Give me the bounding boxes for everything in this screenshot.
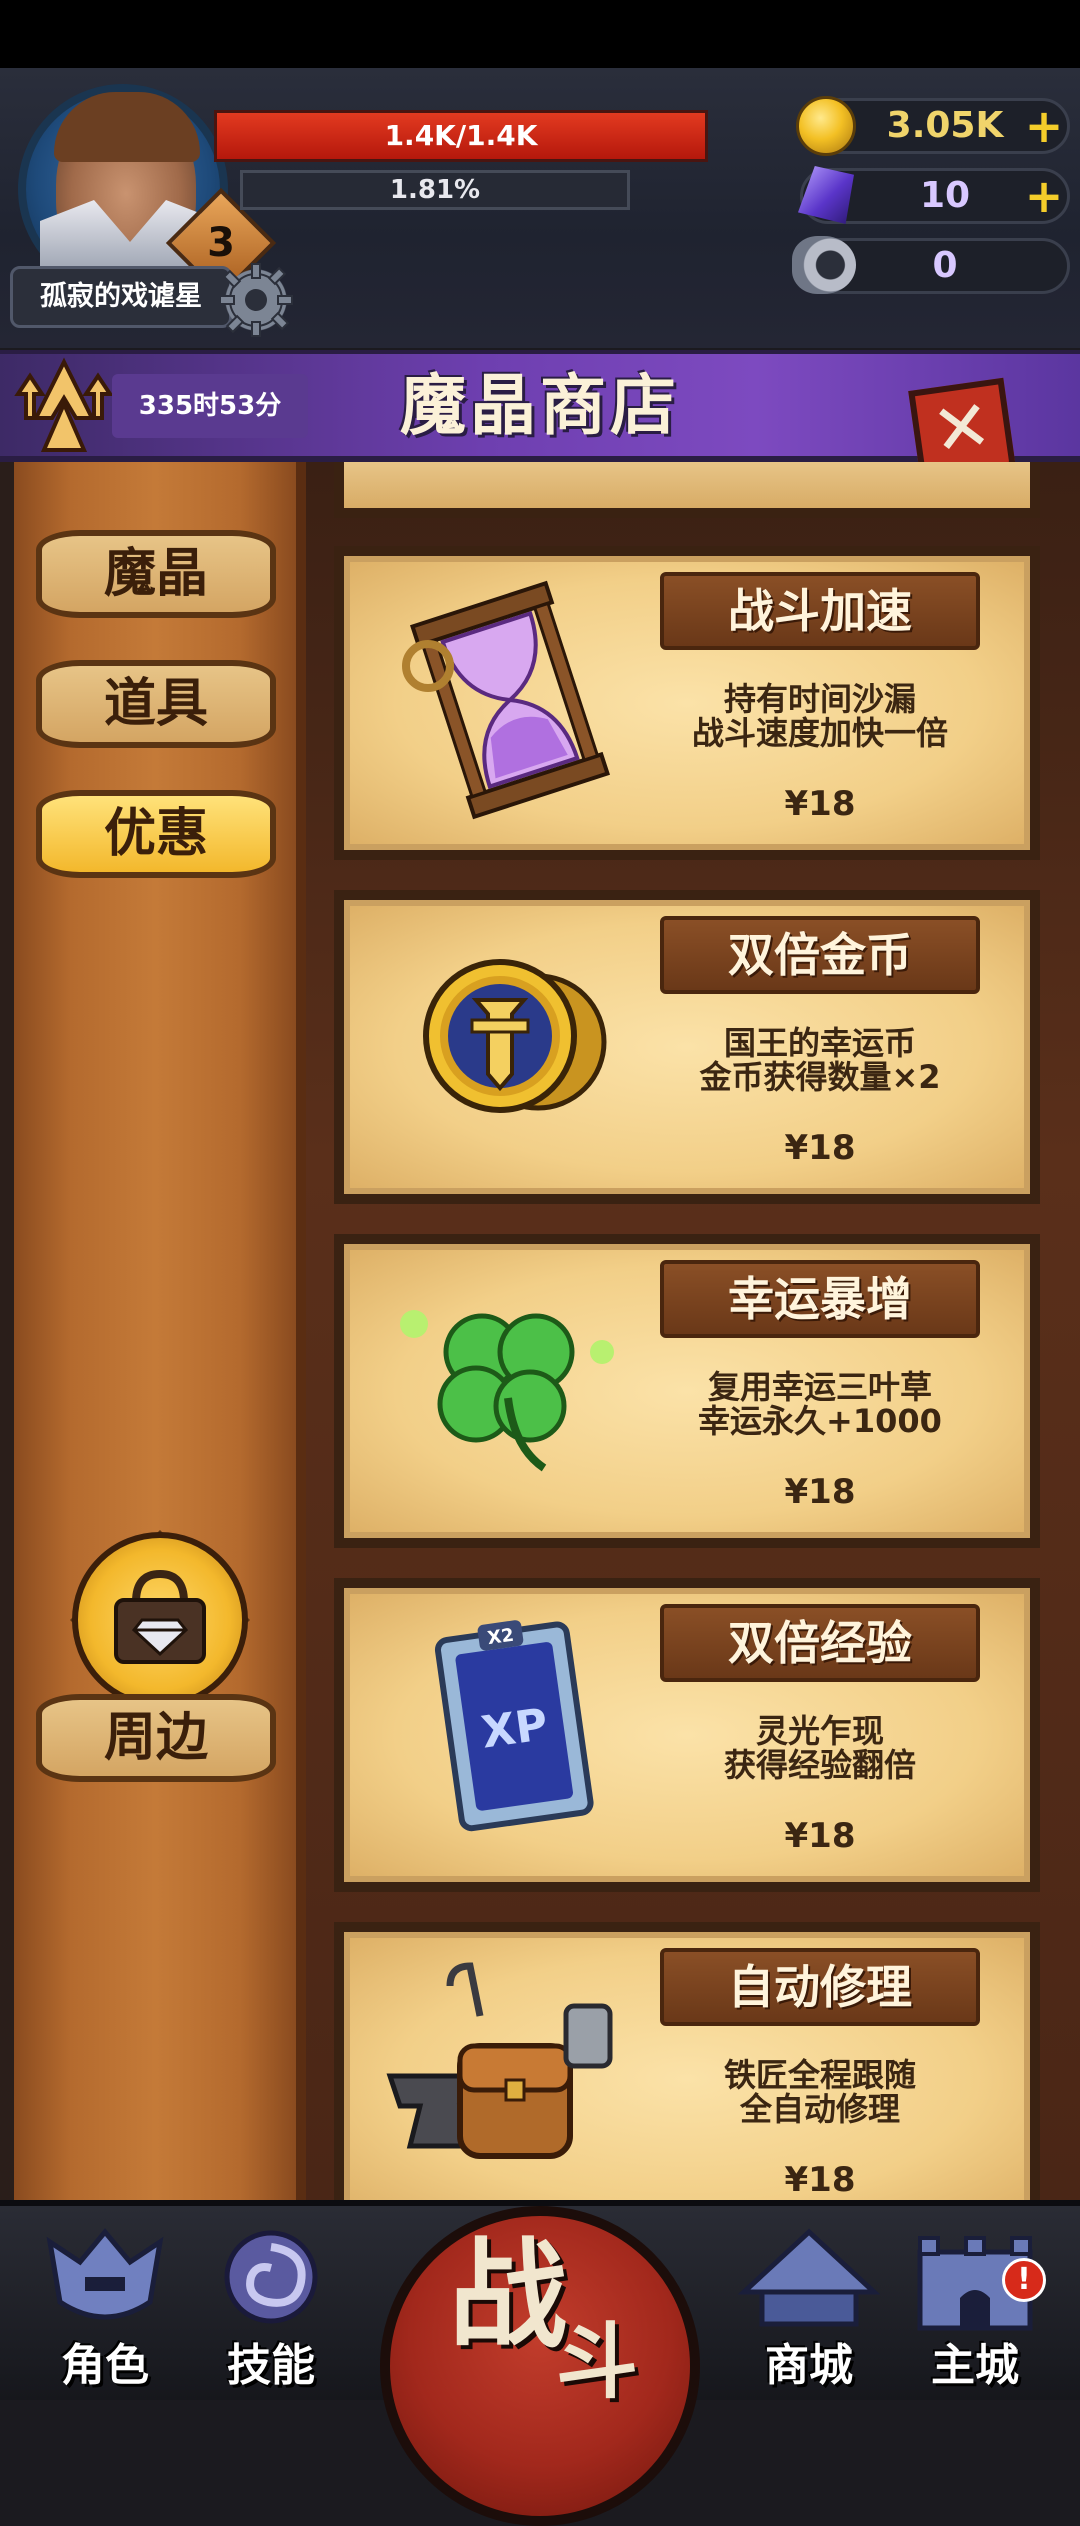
nav-mall[interactable]: 商城 <box>734 2222 884 2392</box>
battle-label-2: 斗 <box>555 2315 638 2410</box>
card-desc-line1: 铁匠全程跟随 <box>723 2056 916 2094</box>
card-desc-line2: 获得经验翻倍 <box>723 1746 916 1784</box>
xp-card-icon: XP X2 <box>434 1620 594 1832</box>
xp-card-badge: X2 <box>486 1625 515 1649</box>
card-price[interactable]: ¥18 <box>640 2160 1000 2200</box>
add-gold-button[interactable]: + <box>1022 98 1066 154</box>
anvil-bag-icon <box>386 1962 613 2159</box>
hp-text: 1.4K/1.4K <box>384 119 538 152</box>
xp-text: 1.81% <box>389 175 481 205</box>
gold-value: 3.05K <box>886 105 1004 146</box>
nav-city[interactable]: 主城 <box>900 2222 1050 2392</box>
nav-role[interactable]: 角色 <box>30 2222 180 2392</box>
crystal-value: 10 <box>919 175 971 216</box>
nav-skill[interactable]: 技能 <box>196 2222 346 2392</box>
tab-offers[interactable]: 优惠 <box>36 790 276 878</box>
card-desc-line1: 持有时间沙漏 <box>723 680 916 718</box>
helmet-icon <box>46 2228 164 2320</box>
level-up-arrows-icon <box>14 357 114 452</box>
swirl-icon <box>224 2230 318 2324</box>
shop-timer: 335时53分 <box>138 391 282 421</box>
player-name: 孤寂的戏谑星 <box>40 281 202 312</box>
card-desc-line1: 国王的幸运币 <box>723 1024 916 1062</box>
card-desc-line1: 复用幸运三叶草 <box>707 1368 932 1406</box>
card-desc-line2: 金币获得数量×2 <box>699 1058 941 1096</box>
sidebar-edge <box>0 462 14 2200</box>
merch-label[interactable]: 周边 <box>36 1694 276 1782</box>
card-price[interactable]: ¥18 <box>640 1472 1000 1512</box>
card-desc-line2: 全自动修理 <box>739 2090 900 2128</box>
tent-icon <box>737 2228 881 2327</box>
card-title: 双倍金币 <box>728 928 912 982</box>
card-price[interactable]: ¥18 <box>640 784 1000 824</box>
card-price[interactable]: ¥18 <box>640 1816 1000 1856</box>
gold-coins-icon <box>423 959 607 1113</box>
shopping-bag-diamond-icon <box>114 1569 206 1664</box>
notification-badge: ! <box>1002 2258 1046 2302</box>
nav-mall-label: 商城 <box>765 2340 853 2391</box>
nav-city-label: 主城 <box>931 2340 1019 2391</box>
partial-card-top <box>334 462 1040 518</box>
system-status-bar <box>0 0 1080 68</box>
card-price[interactable]: ¥18 <box>640 1128 1000 1168</box>
card-title: 战斗加速 <box>728 584 912 638</box>
page-title: 魔晶商店 <box>400 367 680 444</box>
hourglass-icon <box>402 580 610 820</box>
nav-skill-label: 技能 <box>227 2340 315 2391</box>
battle-label-1: 战 <box>448 2226 567 2364</box>
ram-value: 0 <box>932 245 958 286</box>
tab-items[interactable]: 道具 <box>36 660 276 748</box>
card-title: 幸运暴增 <box>728 1272 912 1326</box>
add-crystal-button[interactable]: + <box>1022 168 1066 224</box>
card-desc-line1: 灵光乍现 <box>755 1712 884 1750</box>
card-desc-line2: 幸运永久+1000 <box>698 1402 942 1440</box>
clover-icon <box>400 1310 614 1472</box>
card-title: 自动修理 <box>728 1960 912 2014</box>
close-icon: ✕ <box>927 383 997 473</box>
card-title: 双倍经验 <box>728 1616 912 1670</box>
nav-role-label: 角色 <box>61 2340 149 2391</box>
card-desc-line2: 战斗速度加快一倍 <box>691 714 948 752</box>
xp-card-label: XP <box>478 1699 551 1759</box>
settings-gear-icon[interactable] <box>214 258 298 342</box>
tab-crystal[interactable]: 魔晶 <box>36 530 276 618</box>
